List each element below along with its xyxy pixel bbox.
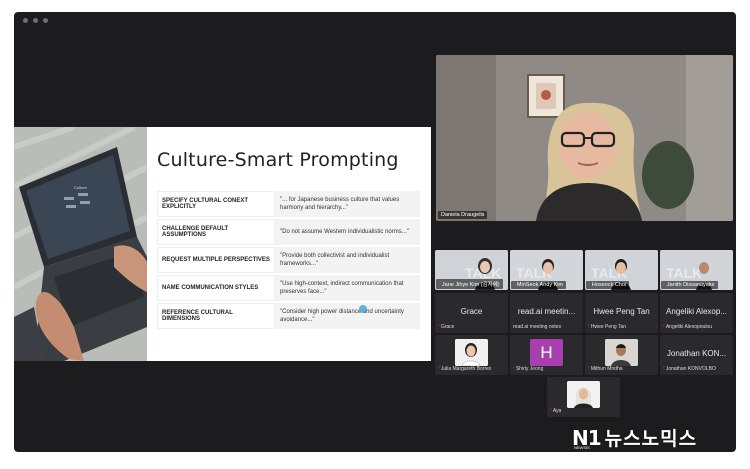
participant-name: ⁄ Angeliki Alexopoulou: [663, 324, 712, 330]
participant-tile[interactable]: Hwee Peng Tan ⁄ Hwee Peng Tan: [585, 293, 658, 333]
participant-display-name: Grace: [460, 307, 483, 316]
tip-row: REFERENCE CULTURAL DIMENSIONS "Consider …: [157, 303, 420, 329]
mic-muted-icon: ⁄: [513, 366, 514, 372]
window-dot-minimize[interactable]: [33, 18, 38, 23]
participant-tile[interactable]: Grace ⁄ Grace: [435, 293, 508, 333]
mic-muted-icon: ⁄: [514, 282, 515, 288]
participant-tile[interactable]: TALK ⁄ MinSeok Andy Kim: [510, 250, 583, 290]
mic-muted-icon: ⁄: [588, 324, 589, 330]
laptop-screen-text: Culture: [74, 185, 88, 190]
participant-name: ⁄ Jane Jihye Kim (김지혜): [436, 279, 503, 289]
participant-tile[interactable]: ⁄ Julia Margareth Borres: [435, 335, 508, 375]
participant-name: ⁄ Grace: [438, 324, 455, 330]
participant-name: ⁄ Aya: [550, 408, 562, 414]
logo-sub: NEWSIS: [574, 445, 590, 450]
mic-muted-icon: ⁄: [439, 282, 440, 288]
tip-label: CHALLENGE DEFAULT ASSUMPTIONS: [157, 219, 275, 245]
tip-text: "Use high-context, indirect communicatio…: [275, 275, 420, 301]
window-controls: [23, 18, 48, 23]
video-call-window: Culture Culture-Smart Prompting SPECIFY …: [14, 12, 736, 452]
mic-muted-icon: ⁄: [438, 324, 439, 330]
participant-tile[interactable]: Angeliki Alexop... ⁄ Angeliki Alexopoulou: [660, 293, 733, 333]
participant-name: ⁄ Hoseock Choi: [586, 281, 630, 289]
participant-name: ⁄ Mithun Mridha: [588, 366, 623, 372]
avatar: [455, 339, 488, 366]
mic-muted-icon: ⁄: [663, 324, 664, 330]
tip-text: "Consider high power distance and uncert…: [275, 303, 420, 329]
participant-display-name: read.ai meetin...: [517, 307, 576, 316]
participant-tile[interactable]: TALK ⁄ Janith Dissanayake: [660, 250, 733, 290]
speaker-name-tag: Daniela Draugelis: [438, 211, 488, 219]
tip-row: SPECIFY CULTURAL CONEXT EXPLICITLY "... …: [157, 191, 420, 217]
tip-label: REQUEST MULTIPLE PERSPECTIVES: [157, 247, 275, 273]
mic-muted-icon: ⁄: [589, 282, 590, 288]
speaker-video[interactable]: Daniela Draugelis: [436, 55, 733, 221]
participant-name: ⁄ Jonathan KONVOLBO: [663, 366, 716, 372]
participant-name: read.ai meeting notes: [513, 324, 562, 330]
slide-title: Culture-Smart Prompting: [157, 149, 399, 171]
participant-tile[interactable]: ⁄ Aya: [547, 377, 620, 417]
avatar: [567, 381, 600, 408]
participant-name: ⁄ Shirly Jeong: [513, 366, 544, 372]
tip-text: "Do not assume Western individualistic n…: [275, 219, 420, 245]
window-dot-maximize[interactable]: [43, 18, 48, 23]
tip-label: NAME COMMUNICATION STYLES: [157, 275, 275, 301]
participant-tile[interactable]: ⁄ Mithun Mridha: [585, 335, 658, 375]
participant-display-name: Angeliki Alexop...: [666, 307, 727, 316]
mic-muted-icon: ⁄: [438, 366, 439, 372]
participant-tile[interactable]: TALK ⁄Jane Jihye Kim (김지혜): [435, 250, 508, 290]
tip-label: SPECIFY CULTURAL CONEXT EXPLICITLY: [157, 191, 275, 217]
tips-table: SPECIFY CULTURAL CONEXT EXPLICITLY "... …: [157, 191, 420, 331]
newsis-watermark-logo: N1 NEWSIS 뉴스노믹스: [572, 424, 697, 451]
tip-label: REFERENCE CULTURAL DIMENSIONS: [157, 303, 275, 329]
mic-muted-icon: ⁄: [663, 366, 664, 372]
mic-muted-icon: ⁄: [664, 282, 665, 288]
tip-text: "... for Japanese business culture that …: [275, 191, 420, 217]
participant-tile[interactable]: read.ai meetin... read.ai meeting notes: [510, 293, 583, 333]
participant-display-name: Jonathan KON...: [666, 349, 727, 358]
pointer-cursor: [359, 305, 367, 313]
shared-slide: Culture Culture-Smart Prompting SPECIFY …: [14, 127, 431, 361]
participant-name: ⁄ Janith Dissanayake: [661, 281, 718, 289]
participant-tile[interactable]: H ⁄ Shirly Jeong: [510, 335, 583, 375]
logo-text: 뉴스노믹스: [604, 428, 698, 450]
tip-row: NAME COMMUNICATION STYLES "Use high-cont…: [157, 275, 420, 301]
mic-muted-icon: ⁄: [588, 366, 589, 372]
participant-name: ⁄ Julia Margareth Borres: [438, 366, 492, 372]
avatar: [605, 339, 638, 366]
participant-display-name: Hwee Peng Tan: [593, 307, 650, 316]
svg-text:TALK: TALK: [666, 265, 702, 281]
avatar: H: [530, 339, 563, 366]
participant-name: ⁄ MinSeok Andy Kim: [511, 281, 567, 289]
slide-laptop-photo: Culture: [14, 127, 147, 361]
participant-tile[interactable]: TALK ⁄ Hoseock Choi: [585, 250, 658, 290]
tip-row: CHALLENGE DEFAULT ASSUMPTIONS "Do not as…: [157, 219, 420, 245]
window-dot-close[interactable]: [23, 18, 28, 23]
tip-row: REQUEST MULTIPLE PERSPECTIVES "Provide b…: [157, 247, 420, 273]
tip-text: "Provide both collectivist and individua…: [275, 247, 420, 273]
mic-muted-icon: ⁄: [550, 408, 551, 414]
participant-tile[interactable]: Jonathan KON... ⁄ Jonathan KONVOLBO: [660, 335, 733, 375]
participant-name: ⁄ Hwee Peng Tan: [588, 324, 627, 330]
